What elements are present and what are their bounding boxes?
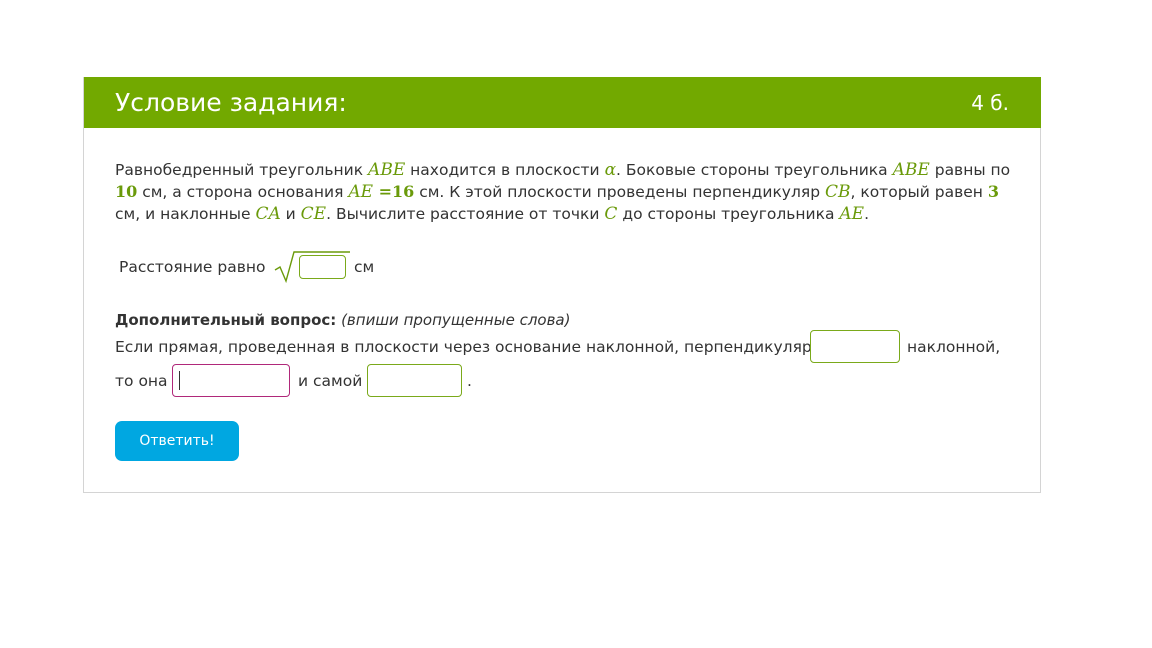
math-plane: α bbox=[604, 160, 617, 180]
task-points: 4 б. bbox=[971, 91, 1009, 115]
task-card: Условие задания: 4 б. Равнобедренный тре… bbox=[83, 77, 1041, 493]
problem-text-part: . Боковые стороны треугольника bbox=[616, 161, 893, 179]
math-number: 16 bbox=[392, 182, 415, 201]
problem-text-part: . Вычислите расстояние от точки bbox=[326, 205, 605, 223]
problem-text-part: до стороны треугольника bbox=[617, 205, 840, 223]
sqrt-symbol bbox=[272, 248, 352, 288]
problem-text-part: Равнобедренный треугольник bbox=[115, 161, 369, 179]
math-segment: AE bbox=[839, 204, 865, 224]
extra-text-line2-start: то она bbox=[115, 372, 168, 390]
problem-text-part: равны по bbox=[929, 161, 1011, 179]
problem-text-part: и bbox=[280, 205, 301, 223]
task-title: Условие задания: bbox=[115, 88, 347, 117]
problem-text-part: . bbox=[864, 205, 869, 223]
math-segment: CE bbox=[300, 204, 327, 224]
math-number: 10 bbox=[115, 182, 138, 201]
answer-unit: см bbox=[354, 258, 375, 276]
extra-question-title: Дополнительный вопрос: bbox=[115, 311, 337, 329]
extra-question-heading: Дополнительный вопрос: (впиши пропущенны… bbox=[115, 309, 570, 331]
problem-text-part: находится в плоскости bbox=[405, 161, 605, 179]
task-header: Условие задания: 4 б. bbox=[84, 77, 1041, 128]
math-triangle: ABE bbox=[368, 160, 406, 180]
blank-input-2[interactable] bbox=[172, 364, 290, 397]
problem-text-part: см. К этой плоскости проведены перпендик… bbox=[414, 183, 825, 201]
math-segment: CB bbox=[824, 182, 851, 202]
problem-text-part: см, и наклонные bbox=[115, 205, 256, 223]
extra-text-line2-end: . bbox=[467, 372, 472, 390]
math-segment: CA bbox=[255, 204, 281, 224]
math-point: C bbox=[604, 204, 618, 224]
extra-text-line1: Если прямая, проведенная в плоскости чер… bbox=[115, 338, 832, 356]
problem-text: Равнобедренный треугольник ABE находится… bbox=[115, 159, 1020, 225]
text-caret bbox=[179, 371, 180, 390]
extra-text-line1-end: наклонной, bbox=[907, 338, 1001, 356]
extra-text-line2-middle: и самой bbox=[298, 372, 363, 390]
problem-text-part: , который равен bbox=[850, 183, 988, 201]
math-number: 3 bbox=[987, 182, 999, 201]
answer-input[interactable] bbox=[299, 255, 346, 279]
answer-label: Расстояние равно bbox=[119, 258, 266, 276]
problem-text-part: см, а сторона основания bbox=[137, 183, 349, 201]
extra-question-hint: (впиши пропущенные слова) bbox=[341, 311, 571, 329]
math-segment: AE bbox=[348, 182, 374, 202]
submit-button[interactable]: Ответить! bbox=[115, 421, 239, 461]
blank-input-1[interactable] bbox=[810, 330, 900, 363]
math-triangle: ABE bbox=[892, 160, 930, 180]
blank-input-3[interactable] bbox=[367, 364, 462, 397]
math-equals: = bbox=[373, 182, 392, 201]
